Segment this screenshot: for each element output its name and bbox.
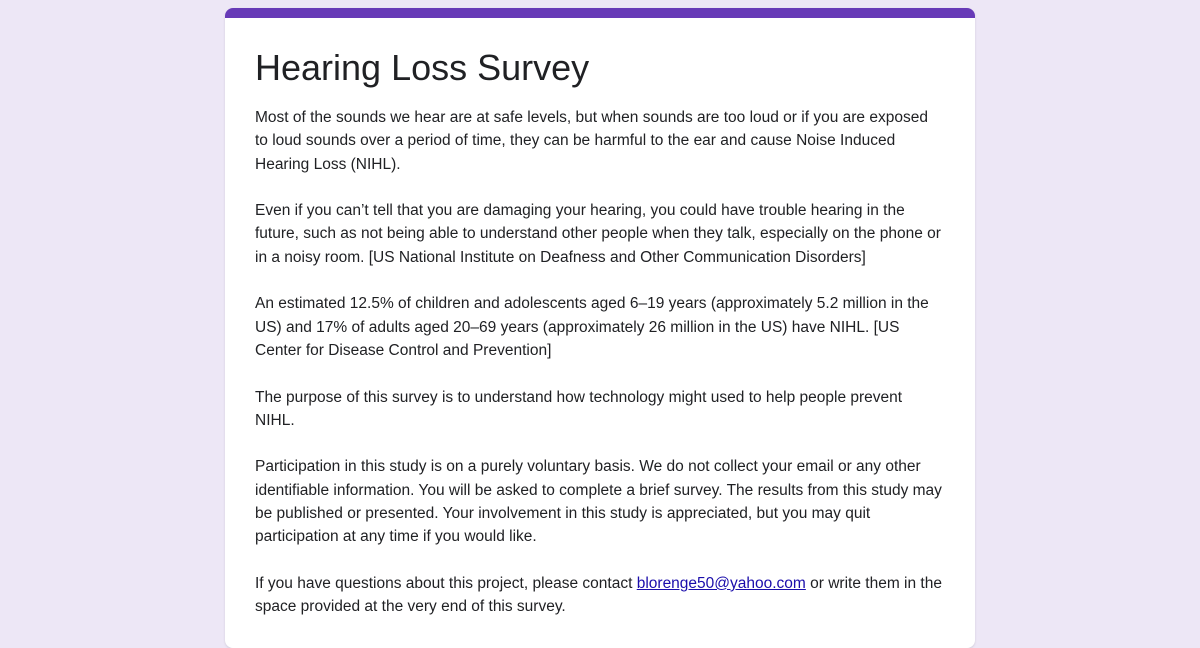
contact-text-before: If you have questions about this project… [255, 574, 637, 592]
contact-paragraph: If you have questions about this project… [255, 572, 945, 619]
description-paragraph-4: The purpose of this survey is to underst… [255, 388, 903, 429]
description-paragraph-5: Participation in this study is on a pure… [255, 458, 942, 546]
description-paragraph-3: An estimated 12.5% of children and adole… [255, 295, 929, 359]
form-title: Hearing Loss Survey [255, 47, 590, 88]
form-header: Hearing Loss Survey Most of the sounds w… [225, 18, 975, 619]
form-card: Hearing Loss Survey Most of the sounds w… [225, 8, 975, 648]
description-paragraph-1: Most of the sounds we hear are at safe l… [255, 109, 928, 173]
contact-email-link[interactable]: blorenge50@yahoo.com [637, 575, 806, 592]
card-accent-bar [225, 8, 975, 18]
description-paragraph-2: Even if you can’t tell that you are dama… [255, 202, 941, 266]
